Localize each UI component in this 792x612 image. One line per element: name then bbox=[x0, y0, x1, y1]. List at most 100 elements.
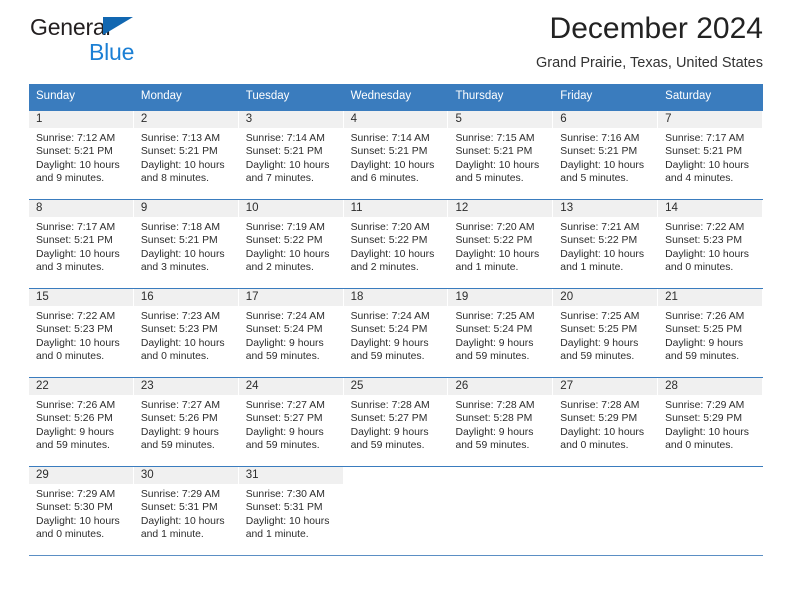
day-cell[interactable]: 27 Sunrise: 7:28 AM Sunset: 5:29 PM Dayligh… bbox=[553, 377, 659, 466]
day-cell[interactable]: 11 Sunrise: 7:20 AM Sunset: 5:22 PM Dayligh… bbox=[343, 199, 449, 288]
day-cell[interactable]: 22 Sunrise: 7:26 AM Sunset: 5:26 PM Dayligh… bbox=[29, 377, 134, 466]
day-number: 25 bbox=[350, 379, 364, 392]
day-cell[interactable]: 10 Sunrise: 7:19 AM Sunset: 5:22 PM Dayligh… bbox=[238, 199, 344, 288]
day-cell[interactable]: 23 Sunrise: 7:27 AM Sunset: 5:26 PM Dayligh… bbox=[133, 377, 239, 466]
day-cell[interactable]: 4 Sunrise: 7:14 AM Sunset: 5:21 PM Daylight… bbox=[343, 110, 449, 199]
sunset-text: Sunset: 5:26 PM bbox=[36, 413, 113, 425]
day-number: 7 bbox=[665, 112, 672, 125]
day-cell-empty bbox=[448, 466, 554, 555]
sunrise-text: Sunrise: 7:28 AM bbox=[560, 399, 640, 411]
day-number: 29 bbox=[36, 468, 49, 481]
day-cell[interactable]: 2 Sunrise: 7:13 AM Sunset: 5:21 PM Daylight… bbox=[133, 110, 239, 199]
day-number: 4 bbox=[350, 112, 357, 125]
day-number: 12 bbox=[455, 201, 469, 214]
day-cell[interactable]: 7 Sunrise: 7:17 AM Sunset: 5:21 PM Daylight… bbox=[658, 110, 764, 199]
sunrise-text: Sunrise: 7:22 AM bbox=[36, 310, 116, 322]
sunrise-text: Sunrise: 7:28 AM bbox=[455, 399, 535, 411]
day-number: 3 bbox=[245, 112, 253, 125]
day-number: 19 bbox=[455, 290, 469, 303]
sunrise-text: Sunrise: 7:20 AM bbox=[455, 221, 535, 233]
day-cell[interactable]: 25 Sunrise: 7:28 AM Sunset: 5:27 PM Dayligh… bbox=[343, 377, 449, 466]
sunrise-text: Sunrise: 7:30 AM bbox=[245, 488, 325, 500]
sunset-text: Sunset: 5:24 PM bbox=[455, 324, 533, 336]
daylight-text-line2: and 59 minutes. bbox=[350, 351, 425, 363]
week-row: 15 Sunrise: 7:22 AM Sunset: 5:23 PM Dayligh… bbox=[29, 287, 764, 377]
sunrise-text: Sunrise: 7:15 AM bbox=[455, 132, 535, 144]
day-cell[interactable]: 28 Sunrise: 7:29 AM Sunset: 5:29 PM Dayligh… bbox=[658, 377, 764, 466]
weekday-saturday: Saturday bbox=[665, 90, 712, 102]
day-number: 27 bbox=[560, 379, 574, 392]
sunset-text: Sunset: 5:29 PM bbox=[665, 413, 742, 425]
triangle-icon bbox=[103, 17, 133, 35]
daylight-text-line2: and 8 minutes. bbox=[140, 173, 210, 185]
day-number: 24 bbox=[245, 379, 259, 392]
daylight-text-line1: Daylight: 10 hours bbox=[245, 159, 330, 171]
sunset-text: Sunset: 5:22 PM bbox=[245, 235, 323, 247]
week-row: 1 Sunrise: 7:12 AM Sunset: 5:21 PM Daylight… bbox=[29, 109, 764, 199]
daylight-text-line1: Daylight: 10 hours bbox=[665, 248, 749, 260]
daylight-text-line1: Daylight: 10 hours bbox=[350, 159, 435, 171]
sunset-text: Sunset: 5:24 PM bbox=[350, 324, 428, 336]
sunset-text: Sunset: 5:21 PM bbox=[245, 146, 323, 158]
day-cell[interactable]: 18 Sunrise: 7:24 AM Sunset: 5:24 PM Dayligh… bbox=[343, 288, 449, 377]
sunset-text: Sunset: 5:21 PM bbox=[350, 146, 428, 158]
day-cell[interactable]: 24 Sunrise: 7:27 AM Sunset: 5:27 PM Dayligh… bbox=[238, 377, 344, 466]
weekday-tuesday: Tuesday bbox=[245, 90, 290, 102]
day-number: 23 bbox=[140, 379, 154, 392]
sunset-text: Sunset: 5:22 PM bbox=[560, 235, 638, 247]
day-cell-empty bbox=[658, 466, 764, 555]
day-number: 14 bbox=[665, 201, 678, 214]
day-cell[interactable]: 12 Sunrise: 7:20 AM Sunset: 5:22 PM Dayligh… bbox=[448, 199, 554, 288]
day-cell[interactable]: 5 Sunrise: 7:15 AM Sunset: 5:21 PM Daylight… bbox=[448, 110, 554, 199]
weekday-wednesday: Wednesday bbox=[350, 90, 412, 102]
day-cell[interactable]: 6 Sunrise: 7:16 AM Sunset: 5:21 PM Daylight… bbox=[553, 110, 659, 199]
day-number: 31 bbox=[245, 468, 259, 481]
daylight-text-line2: and 1 minute. bbox=[560, 262, 624, 274]
sunset-text: Sunset: 5:30 PM bbox=[36, 502, 113, 514]
daylight-text-line2: and 5 minutes. bbox=[560, 173, 629, 185]
day-cell[interactable]: 26 Sunrise: 7:28 AM Sunset: 5:28 PM Dayligh… bbox=[448, 377, 554, 466]
day-number: 9 bbox=[140, 201, 148, 214]
day-cell[interactable]: 21 Sunrise: 7:26 AM Sunset: 5:25 PM Dayligh… bbox=[658, 288, 764, 377]
daylight-text-line1: Daylight: 10 hours bbox=[36, 515, 120, 527]
day-cell[interactable]: 8 Sunrise: 7:17 AM Sunset: 5:21 PM Daylight… bbox=[29, 199, 134, 288]
week-row: 22 Sunrise: 7:26 AM Sunset: 5:26 PM Dayligh… bbox=[29, 376, 764, 466]
day-cell[interactable]: 19 Sunrise: 7:25 AM Sunset: 5:24 PM Dayligh… bbox=[448, 288, 554, 377]
day-cell[interactable]: 17 Sunrise: 7:24 AM Sunset: 5:24 PM Dayligh… bbox=[238, 288, 344, 377]
day-cell[interactable]: 15 Sunrise: 7:22 AM Sunset: 5:23 PM Dayligh… bbox=[29, 288, 134, 377]
sunrise-text: Sunrise: 7:29 AM bbox=[665, 399, 745, 411]
sunrise-text: Sunrise: 7:26 AM bbox=[36, 399, 116, 411]
daylight-text-line2: and 9 minutes. bbox=[36, 173, 105, 185]
day-cell[interactable]: 31 Sunrise: 7:30 AM Sunset: 5:31 PM Dayligh… bbox=[238, 466, 344, 555]
weekday-monday: Monday bbox=[140, 90, 182, 102]
day-cell[interactable]: 1 Sunrise: 7:12 AM Sunset: 5:21 PM Daylight… bbox=[29, 110, 134, 199]
sunrise-text: Sunrise: 7:13 AM bbox=[140, 132, 220, 144]
week-row: 29 Sunrise: 7:29 AM Sunset: 5:30 PM Dayligh… bbox=[29, 465, 764, 555]
day-cell[interactable]: 13 Sunrise: 7:21 AM Sunset: 5:22 PM Dayligh… bbox=[553, 199, 659, 288]
daylight-text-line1: Daylight: 10 hours bbox=[560, 426, 645, 438]
sunset-text: Sunset: 5:31 PM bbox=[140, 502, 218, 514]
page-title: December 2024 bbox=[549, 12, 763, 45]
day-cell[interactable]: 30 Sunrise: 7:29 AM Sunset: 5:31 PM Dayligh… bbox=[133, 466, 239, 555]
daylight-text-line2: and 59 minutes. bbox=[350, 440, 425, 452]
sunset-text: Sunset: 5:21 PM bbox=[36, 235, 113, 247]
sunset-text: Sunset: 5:23 PM bbox=[36, 324, 113, 336]
day-cell[interactable]: 20 Sunrise: 7:25 AM Sunset: 5:25 PM Dayligh… bbox=[553, 288, 659, 377]
weekday-sunday: Sunday bbox=[36, 90, 76, 102]
day-cell[interactable]: 29 Sunrise: 7:29 AM Sunset: 5:30 PM Dayligh… bbox=[29, 466, 134, 555]
daylight-text-line2: and 0 minutes. bbox=[140, 351, 210, 363]
sunrise-text: Sunrise: 7:29 AM bbox=[36, 488, 116, 500]
daylight-text-line1: Daylight: 10 hours bbox=[665, 426, 749, 438]
day-cell[interactable]: 9 Sunrise: 7:18 AM Sunset: 5:21 PM Daylight… bbox=[133, 199, 239, 288]
daylight-text-line1: Daylight: 10 hours bbox=[36, 337, 120, 349]
day-cell[interactable]: 16 Sunrise: 7:23 AM Sunset: 5:23 PM Dayligh… bbox=[133, 288, 239, 377]
day-number: 30 bbox=[140, 468, 154, 481]
day-cell[interactable]: 3 Sunrise: 7:14 AM Sunset: 5:21 PM Daylight… bbox=[238, 110, 344, 199]
sunrise-text: Sunrise: 7:26 AM bbox=[665, 310, 745, 322]
day-number: 13 bbox=[560, 201, 574, 214]
daylight-text-line1: Daylight: 9 hours bbox=[350, 426, 429, 438]
daylight-text-line1: Daylight: 9 hours bbox=[36, 426, 114, 438]
day-number: 5 bbox=[455, 112, 462, 125]
general-blue-logo[interactable]: General Blue bbox=[30, 16, 230, 72]
day-cell[interactable]: 14 Sunrise: 7:22 AM Sunset: 5:23 PM Dayligh… bbox=[658, 199, 764, 288]
